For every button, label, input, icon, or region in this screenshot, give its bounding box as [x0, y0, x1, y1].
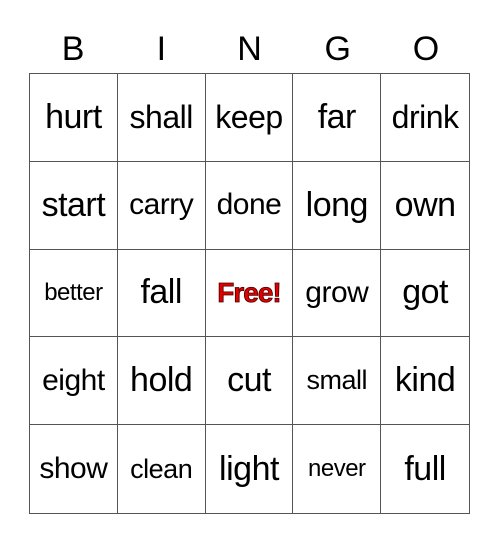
bingo-cell[interactable]: fall — [117, 249, 206, 338]
bingo-cell[interactable]: kind — [381, 337, 469, 426]
bingo-cell[interactable]: show — [30, 425, 118, 513]
bingo-cell[interactable]: never — [293, 425, 382, 513]
bingo-cell[interactable]: better — [30, 249, 118, 338]
bingo-cell[interactable]: hold — [117, 337, 206, 426]
bingo-cell[interactable]: light — [206, 425, 294, 513]
bingo-cell[interactable]: drink — [381, 74, 469, 162]
bingo-cell[interactable]: hurt — [30, 74, 118, 162]
bingo-cell[interactable]: small — [293, 337, 382, 426]
bingo-cell[interactable]: start — [30, 161, 118, 250]
header-letter-n: N — [237, 30, 262, 68]
header-letter-g: G — [324, 30, 351, 68]
bingo-header: B I N G O — [29, 26, 470, 72]
bingo-cell[interactable]: long — [293, 161, 382, 250]
bingo-cell[interactable]: cut — [205, 337, 294, 426]
header-letter-o: O — [412, 30, 440, 68]
bingo-cell[interactable]: grow — [293, 249, 382, 338]
bingo-cell[interactable]: far — [293, 74, 382, 162]
bingo-cell[interactable]: carry — [117, 161, 206, 250]
free-space[interactable]: Free! — [205, 249, 294, 338]
header-letter-b: B — [61, 30, 85, 68]
bingo-cell[interactable]: full — [381, 425, 469, 513]
bingo-cell[interactable]: shall — [117, 74, 206, 162]
bingo-cell[interactable]: got — [381, 250, 469, 338]
bingo-cell[interactable]: own — [381, 162, 469, 250]
bingo-cell[interactable]: done — [205, 161, 294, 250]
bingo-cell[interactable]: keep — [205, 74, 294, 162]
bingo-card-grid: hurt shall keep far drink start carry do… — [29, 73, 470, 514]
bingo-cell[interactable]: clean — [118, 425, 206, 513]
bingo-cell[interactable]: eight — [30, 337, 118, 426]
header-letter-i: I — [156, 30, 167, 68]
